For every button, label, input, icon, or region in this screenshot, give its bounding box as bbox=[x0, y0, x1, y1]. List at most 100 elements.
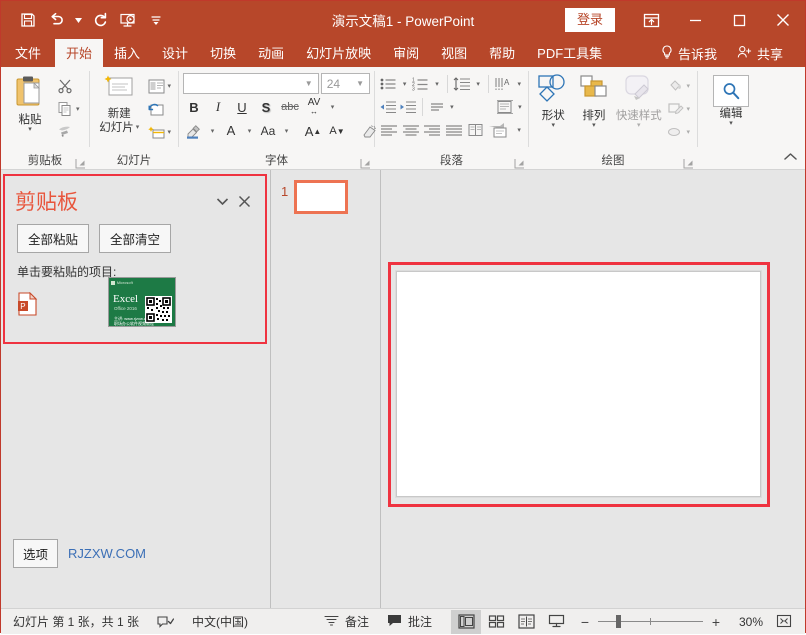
paste-all-button[interactable]: 全部粘贴 bbox=[17, 224, 89, 253]
text-direction-dropdown-icon[interactable]: ▾ bbox=[515, 73, 524, 95]
underline-button[interactable]: U bbox=[231, 96, 253, 118]
undo-icon[interactable] bbox=[43, 7, 69, 33]
clear-all-button[interactable]: 全部清空 bbox=[99, 224, 171, 253]
line-spacing-button[interactable] bbox=[453, 73, 472, 95]
collapse-ribbon-button[interactable] bbox=[781, 147, 799, 165]
quick-styles-button[interactable]: 快速样式 ▾ bbox=[614, 72, 663, 128]
change-case-button[interactable]: Aa bbox=[257, 120, 279, 142]
tab-home[interactable]: 开始 bbox=[55, 39, 103, 67]
zoom-slider-track[interactable] bbox=[598, 621, 703, 622]
edit-dropdown-icon[interactable]: ▾ bbox=[729, 122, 733, 126]
layout-dropdown-icon[interactable]: ▾ bbox=[167, 82, 171, 90]
increase-font-size-button[interactable]: A▲ bbox=[302, 120, 324, 142]
shape-effects-dropdown-icon[interactable]: ▾ bbox=[687, 128, 691, 136]
tab-pdf-tools[interactable]: PDF工具集 bbox=[526, 39, 613, 67]
bullets-dropdown-icon[interactable]: ▾ bbox=[400, 73, 409, 95]
new-slide-dropdown-icon[interactable]: ▾ bbox=[136, 124, 140, 132]
font-dialog-launcher[interactable] bbox=[360, 156, 371, 167]
text-highlight-color-button[interactable] bbox=[183, 120, 205, 142]
redo-icon[interactable] bbox=[87, 7, 113, 33]
chevron-down-icon[interactable] bbox=[211, 190, 233, 212]
align-center-button[interactable] bbox=[401, 119, 421, 141]
site-watermark-link[interactable]: RJZXW.COM bbox=[68, 546, 146, 561]
increase-indent-button[interactable] bbox=[399, 96, 417, 118]
notes-button[interactable]: 备注 bbox=[315, 609, 378, 635]
shape-outline-dropdown-icon[interactable]: ▾ bbox=[687, 105, 691, 113]
normal-view-button[interactable] bbox=[451, 610, 481, 634]
copy-dropdown-icon[interactable]: ▾ bbox=[76, 105, 80, 113]
shapes-button[interactable]: 形状 ▾ bbox=[533, 72, 574, 128]
align-text-dropdown-icon[interactable]: ▾ bbox=[448, 96, 456, 118]
minimize-button[interactable] bbox=[673, 1, 717, 39]
arrange-dropdown-icon[interactable]: ▾ bbox=[592, 124, 596, 128]
clipboard-dialog-launcher[interactable] bbox=[75, 156, 86, 167]
columns-button[interactable] bbox=[466, 119, 486, 141]
shape-outline-button[interactable]: ▾ bbox=[664, 98, 694, 120]
align-left-button[interactable] bbox=[379, 119, 399, 141]
shape-fill-button[interactable]: ▾ bbox=[664, 75, 694, 97]
drawing-dialog-launcher[interactable] bbox=[683, 156, 694, 167]
zoom-slider-thumb[interactable] bbox=[616, 615, 621, 628]
layout-button[interactable]: ▾ bbox=[144, 75, 174, 97]
change-case-dropdown-icon[interactable]: ▾ bbox=[281, 120, 292, 142]
paragraph-dialog-launcher[interactable] bbox=[514, 156, 525, 167]
slide-list-item[interactable]: 1 bbox=[271, 180, 380, 214]
tab-file[interactable]: 文件 bbox=[1, 39, 55, 67]
share-button[interactable]: 共享 bbox=[727, 39, 793, 67]
close-icon[interactable] bbox=[233, 190, 255, 212]
slide-sorter-view-button[interactable] bbox=[481, 610, 511, 634]
font-color-dropdown-icon[interactable]: ▾ bbox=[244, 120, 255, 142]
smartart-dropdown-icon[interactable]: ▾ bbox=[516, 96, 524, 118]
character-spacing-dropdown-icon[interactable]: ▾ bbox=[327, 96, 338, 118]
slideshow-view-button[interactable] bbox=[541, 610, 571, 634]
font-size-dropdown-icon[interactable]: ▼ bbox=[353, 79, 367, 88]
quick-styles-dropdown-icon[interactable]: ▾ bbox=[637, 124, 641, 128]
ribbon-display-options-icon[interactable] bbox=[629, 1, 673, 39]
smartart-graphic-dropdown-icon[interactable]: ▾ bbox=[514, 119, 524, 141]
character-spacing-button[interactable]: AV ↔ bbox=[303, 96, 325, 118]
slide-thumbnail[interactable] bbox=[294, 180, 348, 214]
numbering-dropdown-icon[interactable]: ▾ bbox=[432, 73, 441, 95]
tab-animations[interactable]: 动画 bbox=[247, 39, 295, 67]
font-name-input[interactable]: ▼ bbox=[183, 73, 319, 94]
line-spacing-dropdown-icon[interactable]: ▾ bbox=[473, 73, 482, 95]
italic-button[interactable]: I bbox=[207, 96, 229, 118]
clipboard-item-thumbnail[interactable]: Microsoft Excel 视频教程 Office 2016 主讲: www… bbox=[108, 277, 176, 327]
customize-qat-icon[interactable] bbox=[143, 7, 169, 33]
copy-button[interactable]: ▾ bbox=[53, 98, 83, 120]
save-icon[interactable] bbox=[15, 7, 41, 33]
smartart-graphic-button[interactable] bbox=[488, 119, 513, 141]
bold-button[interactable]: B bbox=[183, 96, 205, 118]
tab-help[interactable]: 帮助 bbox=[478, 39, 526, 67]
fit-to-window-button[interactable] bbox=[771, 610, 797, 634]
strikethrough-button[interactable]: abc bbox=[279, 96, 301, 118]
tab-design[interactable]: 设计 bbox=[151, 39, 199, 67]
font-color-button[interactable]: A bbox=[220, 120, 242, 142]
powerpoint-item-icon[interactable]: P bbox=[17, 292, 39, 316]
edit-button[interactable]: 编辑 ▾ bbox=[708, 73, 754, 126]
comments-button[interactable]: 批注 bbox=[378, 609, 441, 635]
format-painter-button[interactable] bbox=[53, 121, 83, 143]
reading-view-button[interactable] bbox=[511, 610, 541, 634]
reset-button[interactable] bbox=[144, 98, 174, 120]
cut-button[interactable] bbox=[53, 75, 83, 97]
section-button[interactable]: ▾ bbox=[144, 121, 174, 143]
text-shadow-button[interactable]: S bbox=[255, 96, 277, 118]
tab-review[interactable]: 审阅 bbox=[382, 39, 430, 67]
bullets-button[interactable] bbox=[379, 73, 398, 95]
undo-dropdown-icon[interactable] bbox=[71, 7, 85, 33]
arrange-button[interactable]: 排列 ▾ bbox=[574, 72, 615, 128]
spellcheck-icon[interactable] bbox=[148, 609, 183, 635]
options-button[interactable]: 选项 bbox=[13, 539, 58, 568]
zoom-out-button[interactable]: − bbox=[579, 614, 591, 630]
shape-fill-dropdown-icon[interactable]: ▾ bbox=[687, 82, 691, 90]
maximize-button[interactable] bbox=[717, 1, 761, 39]
language-label[interactable]: 中文(中国) bbox=[183, 609, 257, 635]
decrease-indent-button[interactable] bbox=[379, 96, 397, 118]
align-text-button[interactable] bbox=[428, 96, 446, 118]
tell-me-button[interactable]: 告诉我 bbox=[651, 39, 727, 67]
close-button[interactable] bbox=[761, 1, 805, 39]
numbering-button[interactable]: 123 bbox=[411, 73, 430, 95]
shape-effects-button[interactable]: ▾ bbox=[664, 121, 694, 143]
tab-transitions[interactable]: 切换 bbox=[199, 39, 247, 67]
